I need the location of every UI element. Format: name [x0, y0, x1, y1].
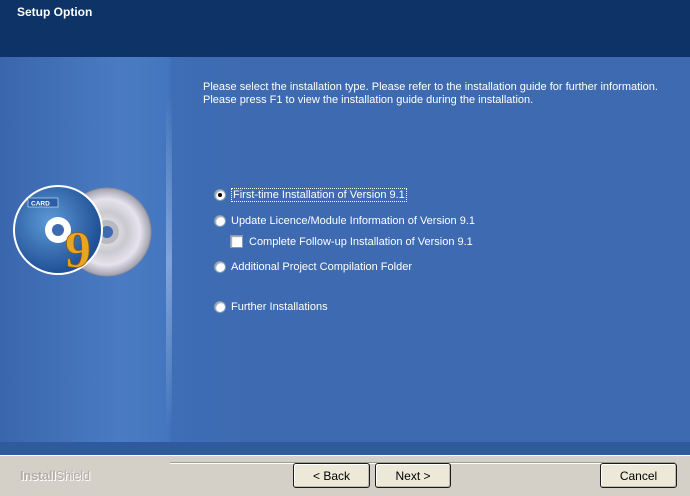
radio-update-licence[interactable]: Update Licence/Module Information of Ver…	[214, 215, 475, 227]
bottom-band	[0, 442, 690, 455]
radio-button[interactable]	[214, 215, 226, 227]
instructions-text: Please select the installation type. Ple…	[203, 81, 673, 107]
radio-further-installations[interactable]: Further Installations	[214, 301, 328, 313]
radio-button[interactable]	[214, 301, 226, 313]
radio-first-time-installation[interactable]: First-time Installation of Version 9.1	[214, 188, 407, 202]
option-label-further-installations: Further Installations	[231, 301, 328, 313]
cd-number-text: 9	[65, 222, 91, 279]
button-bar: InstallShield < Back Next > Cancel	[0, 455, 690, 496]
option-label-additional-project: Additional Project Compilation Folder	[231, 261, 412, 273]
option-label-complete-follow-up: Complete Follow-up Installation of Versi…	[249, 235, 473, 248]
checkbox-box[interactable]	[230, 235, 243, 248]
cd-label-text: CARD	[31, 201, 50, 208]
checkbox-complete-follow-up[interactable]: Complete Follow-up Installation of Versi…	[230, 235, 473, 248]
radio-button[interactable]	[214, 261, 226, 273]
instructions-line-1: Please select the installation type. Ple…	[203, 81, 658, 93]
back-button[interactable]: < Back	[293, 463, 370, 488]
option-label-update-licence: Update Licence/Module Information of Ver…	[231, 215, 475, 227]
radio-additional-project-folder[interactable]: Additional Project Compilation Folder	[214, 261, 412, 273]
instructions-line-2: Please press F1 to view the installation…	[203, 94, 534, 106]
option-label-first-time: First-time Installation of Version 9.1	[231, 188, 407, 202]
next-button[interactable]: Next >	[375, 463, 451, 488]
cancel-button[interactable]: Cancel	[600, 463, 677, 488]
installshield-logo: InstallShield	[20, 468, 90, 483]
brand-bold-text: Install	[20, 468, 56, 483]
title-bar: Setup Option	[0, 0, 690, 57]
radio-button-selected[interactable]	[214, 189, 226, 201]
window-title: Setup Option	[17, 5, 93, 19]
decorative-divider	[166, 97, 172, 427]
brand-light-text: Shield	[55, 468, 90, 483]
cd-disc-icon: CARD 9	[13, 185, 152, 279]
